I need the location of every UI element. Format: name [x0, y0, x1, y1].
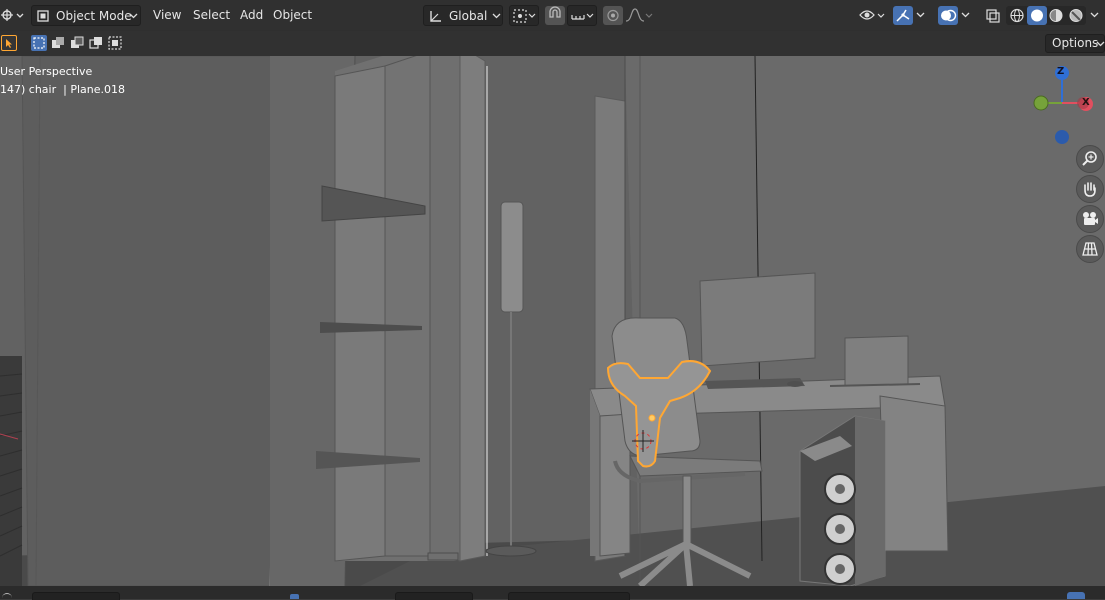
pivot-point-dropdown[interactable]: [509, 5, 539, 26]
camera-view-icon: [1083, 212, 1098, 225]
axis-gizmo-icon: [1033, 66, 1093, 144]
object-mode-dropdown[interactable]: Object Mode: [31, 5, 141, 26]
select-intersect-icon: [108, 36, 122, 50]
proportional-edit-icon: [607, 9, 619, 22]
xray-icon: [986, 9, 1000, 23]
gizmo-icon: [896, 9, 910, 22]
snap-target-dropdown[interactable]: [567, 5, 597, 26]
camera-view-button[interactable]: [1076, 205, 1104, 233]
zoom-button[interactable]: [1076, 145, 1104, 173]
status-bar: [0, 586, 1105, 600]
snap-increment-icon: [571, 13, 594, 20]
select-invert-icon: [89, 37, 102, 49]
select-mode-intersect-button[interactable]: [107, 35, 123, 51]
pan-hand-icon: [1084, 182, 1096, 197]
menu-add[interactable]: Add: [240, 5, 263, 26]
proportional-falloff-dropdown[interactable]: [624, 5, 654, 26]
navigation-gizmo[interactable]: Z X: [1025, 61, 1105, 151]
ortho-toggle-button[interactable]: [1076, 235, 1104, 263]
select-box-icon: [33, 37, 45, 49]
orientation-icon: [430, 11, 441, 22]
overlay-icon: [941, 9, 957, 22]
falloff-icon: [625, 8, 653, 22]
chevron-down-icon: [129, 13, 138, 19]
select-mode-extend-button[interactable]: [50, 35, 66, 51]
object-mode-icon: [37, 10, 49, 22]
options-label: Options: [1052, 36, 1099, 50]
material-shading-button[interactable]: [1046, 6, 1066, 25]
mode-label: Object Mode: [56, 9, 132, 23]
material-shading-icon: [1049, 9, 1063, 22]
select-mode-new-button[interactable]: [31, 35, 47, 51]
select-subtract-icon: [71, 36, 84, 48]
editor-type-button[interactable]: [0, 5, 26, 26]
menu-view[interactable]: View: [153, 5, 181, 26]
gizmo-z-label: Z: [1057, 66, 1065, 77]
rendered-shading-icon: [1069, 9, 1083, 22]
3d-viewport[interactable]: User Perspective 147) chair | Plane.018 …: [0, 56, 1105, 586]
wireframe-shading-icon: [1010, 8, 1024, 23]
menu-select[interactable]: Select: [193, 5, 230, 26]
proportional-edit-toggle[interactable]: [603, 6, 623, 25]
solid-shading-icon: [1031, 9, 1043, 22]
xray-toggle[interactable]: [983, 6, 1003, 25]
shading-options-chevron-icon[interactable]: [1090, 12, 1099, 19]
select-mode-invert-button[interactable]: [88, 35, 104, 51]
select-mode-subtract-button[interactable]: [69, 35, 85, 51]
options-dropdown[interactable]: Options: [1045, 34, 1105, 53]
status-checkbox[interactable]: [290, 594, 299, 599]
ortho-grid-icon: [1082, 242, 1098, 256]
solid-shading-button[interactable]: [1027, 6, 1047, 25]
zoom-icon: [1082, 151, 1097, 166]
status-active-button[interactable]: [1067, 592, 1085, 599]
pan-button[interactable]: [1076, 175, 1104, 203]
tool-settings-row: Options: [0, 30, 1105, 56]
cursor-arrow-icon: [6, 39, 12, 48]
orientation-label: Global: [449, 9, 488, 23]
chevron-down-icon: [492, 13, 501, 19]
object-info-label: 147) chair | Plane.018: [0, 83, 125, 96]
gizmo-options-chevron-icon[interactable]: [916, 12, 925, 19]
wireframe-shading-button[interactable]: [1007, 6, 1027, 25]
viewport-header: Object Mode View Select Add Object Globa…: [0, 0, 1105, 31]
snap-toggle[interactable]: [545, 6, 565, 25]
gizmo-toggle[interactable]: [893, 6, 913, 25]
transform-orientation-dropdown[interactable]: Global: [423, 5, 503, 26]
editor-type-icon: [1, 9, 24, 21]
visibility-dropdown[interactable]: [858, 5, 888, 26]
scene-render: [0, 56, 1105, 586]
view-name-label: User Perspective: [0, 65, 93, 78]
select-extend-icon: [52, 37, 64, 48]
visibility-icon: [859, 10, 885, 20]
rendered-shading-button[interactable]: [1066, 6, 1086, 25]
overlay-toggle[interactable]: [938, 6, 958, 25]
gizmo-x-label: X: [1082, 97, 1090, 108]
snap-magnet-icon: [549, 6, 561, 18]
overlay-options-chevron-icon[interactable]: [961, 12, 970, 19]
chevron-down-icon: [1096, 41, 1105, 47]
pivot-icon: [513, 9, 536, 23]
menu-object[interactable]: Object: [273, 5, 312, 26]
select-tool-button[interactable]: [1, 35, 17, 51]
